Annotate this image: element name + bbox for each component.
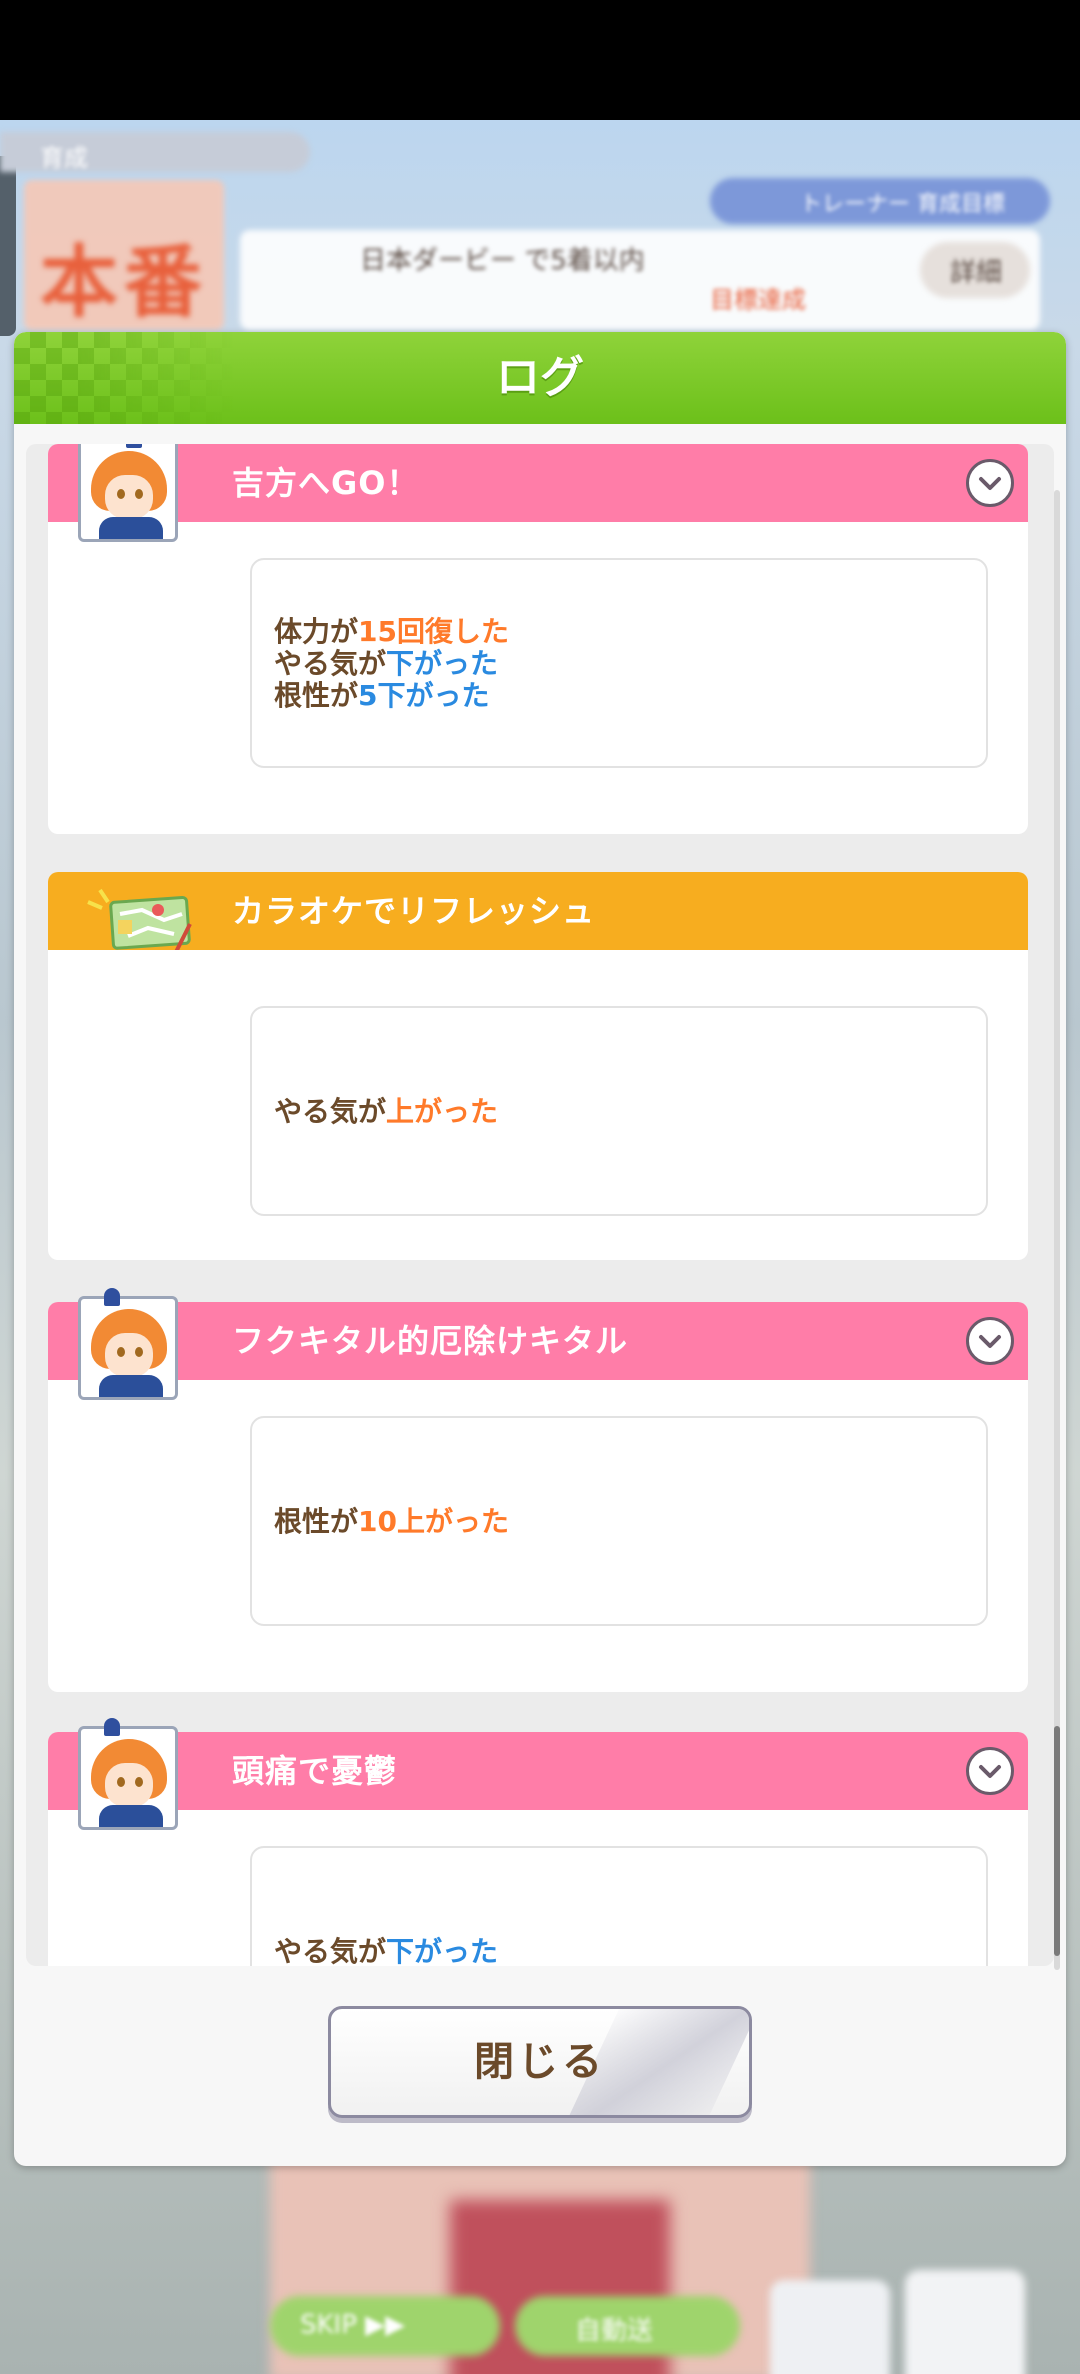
bg-goal-detail-text: 詳細	[950, 258, 1003, 288]
effect-line: やる気が下がった	[274, 647, 499, 680]
effect-line: 根性が5下がった	[274, 679, 490, 712]
log-dialog: ログ 吉方へGO！ 体力が15回復した やる気が下がった 根性が5下がった カラ…	[14, 332, 1066, 2166]
close-button[interactable]: 閉じる	[328, 2006, 752, 2118]
pin-icon	[104, 1718, 120, 1736]
effects-box: 根性が10上がった	[250, 1416, 988, 1626]
bg-turn-text: 本番	[40, 238, 209, 328]
bg-trainer-badge-text: トレーナー 育成目標	[800, 192, 1005, 217]
chevron-down-icon[interactable]	[966, 1747, 1014, 1795]
log-entry-title: カラオケでリフレッシュ	[232, 892, 596, 930]
log-entry-header[interactable]: 頭痛で憂鬱	[48, 1732, 1028, 1810]
log-entry: 吉方へGO！ 体力が15回復した やる気が下がった 根性が5下がった	[48, 444, 1028, 834]
effects-box: やる気が上がった	[250, 1006, 988, 1216]
log-entry-title: 吉方へGO！	[232, 464, 420, 502]
character-portrait-icon	[78, 1726, 178, 1830]
effects-box: 体力が15回復した やる気が下がった 根性が5下がった	[250, 558, 988, 768]
effect-lines: やる気が上がった	[274, 1096, 498, 1128]
character-portrait-icon	[78, 1296, 178, 1400]
chevron-down-icon[interactable]	[966, 459, 1014, 507]
character-portrait-icon	[78, 444, 178, 542]
log-entry-header[interactable]: 吉方へGO！	[48, 444, 1028, 522]
log-entry-header[interactable]: フクキタル的厄除けキタル	[48, 1302, 1028, 1380]
side-tab	[0, 156, 16, 336]
log-entry-title: フクキタル的厄除けキタル	[232, 1322, 629, 1360]
effect-line: 体力が15回復した	[274, 615, 509, 648]
log-entry: フクキタル的厄除けキタル 根性が10上がった	[48, 1288, 1028, 1692]
bg-auto-text: 自動送	[575, 2316, 654, 2346]
pin-icon	[104, 1288, 120, 1306]
effect-line: やる気が上がった	[274, 1095, 499, 1128]
status-bar	[0, 0, 1080, 120]
bg-skip-text: SKIP ▶▶	[300, 2310, 406, 2340]
log-entry: カラオケでリフレッシュ やる気が上がった	[48, 872, 1028, 1260]
effect-lines: 体力が15回復した やる気が下がった 根性が5下がった	[274, 616, 509, 712]
karaoke-map-icon	[78, 880, 198, 953]
close-button-label: 閉じる	[474, 2039, 606, 2085]
scrollbar[interactable]	[1054, 490, 1060, 1970]
log-list[interactable]: 吉方へGO！ 体力が15回復した やる気が下がった 根性が5下がった カラオケで…	[26, 444, 1054, 1966]
bg-goal-status: 目標達成	[710, 286, 806, 314]
bg-goal-text: 日本ダービー で5着以内	[360, 246, 645, 276]
bg-menu-icon	[905, 2270, 1025, 2374]
log-entry: 頭痛で憂鬱 やる気が下がった	[48, 1718, 1028, 1966]
effect-line: やる気が下がった	[274, 1935, 499, 1967]
dialog-header: ログ	[14, 332, 1066, 424]
dialog-title: ログ	[496, 352, 584, 403]
pin-icon	[126, 444, 142, 448]
effect-line: 根性が10上がった	[274, 1505, 509, 1538]
effects-box: やる気が下がった	[250, 1846, 988, 1966]
log-entry-title: 頭痛で憂鬱	[232, 1752, 398, 1790]
scrollbar-thumb[interactable]	[1054, 1726, 1060, 1956]
effect-lines: やる気が下がった	[274, 1935, 499, 1967]
bg-top-chip-text: 育成	[40, 144, 88, 172]
bg-log-icon	[770, 2280, 890, 2374]
effect-lines: 根性が10上がった	[274, 1506, 509, 1538]
chevron-down-icon[interactable]	[966, 1317, 1014, 1365]
